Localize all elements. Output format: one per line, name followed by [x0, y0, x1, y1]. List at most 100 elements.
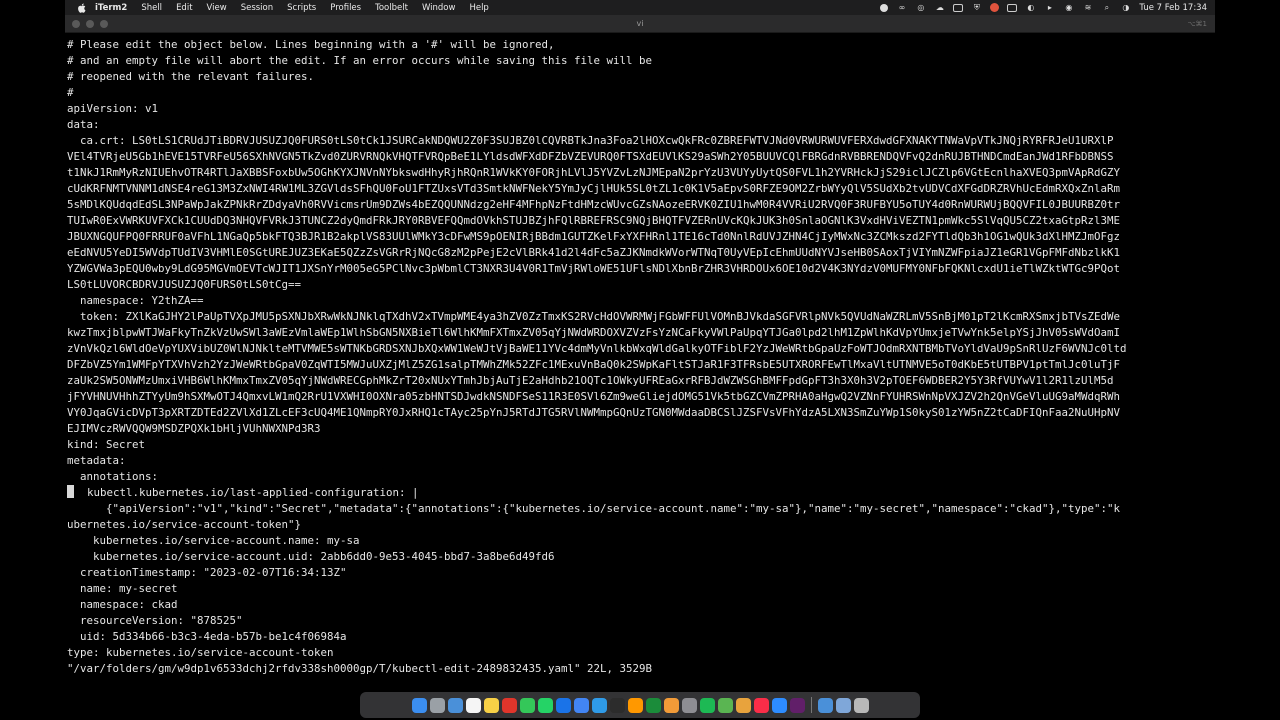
line-text: resourceVersion: "878525" — [67, 614, 243, 627]
bartender-icon[interactable] — [953, 3, 964, 12]
line-text: EJIMVczRWVQQW9MSDZPQXk1bHljVUhNWXNPd3R3 — [67, 422, 321, 435]
calendar-icon[interactable] — [465, 697, 481, 713]
terminal-line: # Please edit the object below. Lines be… — [67, 37, 1213, 53]
line-text: kubernetes.io/service-account.uid: 2abb6… — [67, 550, 555, 563]
music-icon[interactable] — [753, 697, 769, 713]
terminal-line: namespace: ckad — [67, 597, 1213, 613]
terminal-line: TUIwR0ExVWRKUVFXCk1CUUdDQ3NHQVFVRkJ3TUNC… — [67, 213, 1213, 229]
terminal-line: VEl4TVRjeU5Gb1hEVE15TVRFeU56SXhNVGN5TkZv… — [67, 149, 1213, 165]
line-text: eEdNVU5YeDI5WVdpTUdIV3VHMlE0SGtUREJUZ3EK… — [67, 246, 1121, 259]
line-text: YZWGVWa3pEQU0wby9LdG95MGVmOEVTcWJIT1JXSn… — [67, 262, 1121, 275]
terminal-line: zaUk2SW5ONWMzUmxiVHB6WlhKMmxTmxZV05qYjNW… — [67, 373, 1213, 389]
line-text: creationTimestamp: "2023-02-07T16:34:13Z… — [67, 566, 347, 579]
terminal-line: token: ZXlKaGJHY2lPaUpTVXpJMU5pSXNJbXRwW… — [67, 309, 1213, 325]
terminal-line: apiVersion: v1 — [67, 101, 1213, 117]
iterm-icon[interactable] — [609, 697, 625, 713]
downloads-icon[interactable] — [817, 697, 833, 713]
preferences-icon[interactable] — [681, 697, 697, 713]
menu-view[interactable]: View — [207, 3, 227, 13]
window-manager-icon[interactable] — [1007, 3, 1018, 12]
photos-icon[interactable] — [735, 697, 751, 713]
menu-window[interactable]: Window — [422, 3, 456, 13]
line-text: kubernetes.io/service-account.name: my-s… — [67, 534, 360, 547]
toggle-icon[interactable]: ◑ — [1120, 3, 1131, 12]
sublime-icon[interactable] — [627, 697, 643, 713]
line-text: annotations: — [67, 470, 159, 483]
messages-icon[interactable] — [519, 697, 535, 713]
terminal-line: kind: Secret — [67, 437, 1213, 453]
menubar-clock[interactable]: Tue 7 Feb 17:34 — [1139, 3, 1207, 13]
menu-profiles[interactable]: Profiles — [330, 3, 361, 13]
wifi-icon[interactable]: ≋ — [1082, 3, 1093, 12]
line-text: # Please edit the object below. Lines be… — [67, 38, 555, 51]
play-icon[interactable]: ▸ — [1044, 3, 1055, 12]
menu-session[interactable]: Session — [241, 3, 273, 13]
line-text: type: kubernetes.io/service-account-toke… — [67, 646, 334, 659]
terminal-line: # and an empty file will abort the edit.… — [67, 53, 1213, 69]
window-titlebar[interactable]: vi ⌥⌘1 — [65, 15, 1215, 33]
terminal-line: t1NkJ1RmMyRzNIUEhvOTR4RTlJaXBBSFoxbUw5OG… — [67, 165, 1213, 181]
shield-icon[interactable]: ⛨ — [971, 3, 982, 12]
terminal-line: eEdNVU5YeDI5WVdpTUdIV3VHMlE0SGtUREJUZ3EK… — [67, 245, 1213, 261]
safari-icon[interactable] — [591, 697, 607, 713]
spotify-icon[interactable] — [699, 697, 715, 713]
menu-bar: iTerm2 Shell Edit View Session Scripts P… — [65, 0, 1215, 15]
text-cursor — [67, 485, 74, 498]
cloud-icon[interactable]: ☁ — [934, 3, 945, 12]
terminal-line: LS0tLUVORCBDRVJUSUZJQ0FURS0tLS0tCg== — [67, 277, 1213, 293]
finder-icon[interactable] — [411, 697, 427, 713]
menu-scripts[interactable]: Scripts — [287, 3, 316, 13]
zoom-icon[interactable] — [771, 697, 787, 713]
line-text: VY0JqaGVicDVpT3pXRTZDTEd2ZVlXd1ZLcEF3cUQ… — [67, 406, 1121, 419]
line-text: cUdKRFNMTVNNM1dNSE4reG13M3ZxNWI4RW1ML3ZG… — [67, 182, 1121, 195]
notes-icon[interactable] — [483, 697, 499, 713]
vi-editor-buffer[interactable]: # Please edit the object below. Lines be… — [67, 37, 1213, 677]
spotlight-search-icon[interactable]: ⌕ — [1101, 3, 1112, 12]
glasses-icon[interactable]: ∞ — [896, 3, 907, 12]
chrome-icon[interactable] — [573, 697, 589, 713]
menu-help[interactable]: Help — [469, 3, 488, 13]
eye-icon[interactable]: ◎ — [915, 3, 926, 12]
app-badge-icon[interactable] — [990, 3, 1000, 12]
menu-edit[interactable]: Edit — [176, 3, 192, 13]
line-text: DFZbVZ5Ym1WMFpYTXVhVzh2YzJWeWRtbGpaV0ZqW… — [67, 358, 1121, 371]
line-text: jFYVHNUVHhhZTYyUm9hSXMwOTJ4QmxvLW1mQ2RrU… — [67, 390, 1121, 403]
opera-icon[interactable] — [501, 697, 517, 713]
apple-menu-icon[interactable] — [75, 2, 87, 13]
line-text: VEl4TVRjeU5Gb1hEVE15TVRFeU56SXhNVGN5TkZv… — [67, 150, 1114, 163]
terminal-line: name: my-secret — [67, 581, 1213, 597]
globe-icon[interactable]: ◐ — [1025, 3, 1036, 12]
terminal-line: # — [67, 85, 1213, 101]
books-icon[interactable] — [663, 697, 679, 713]
terminal-line: metadata: — [67, 453, 1213, 469]
line-text: JBUXNGQUFPQ0FRRUF0aVFhL1NGaQp5bkFTQ3BJR1… — [67, 230, 1121, 243]
slack-icon[interactable] — [789, 697, 805, 713]
app-menu-iterm2[interactable]: iTerm2 — [95, 3, 127, 13]
terminal-line: YZWGVWa3pEQU0wby9LdG95MGVmOEVTcWJIT1JXSn… — [67, 261, 1213, 277]
whatsapp-icon[interactable] — [537, 697, 553, 713]
vim-icon[interactable] — [645, 697, 661, 713]
terminal-pane[interactable]: # Please edit the object below. Lines be… — [65, 33, 1215, 687]
control-center-icon[interactable]: ◉ — [1063, 3, 1074, 12]
terminal-line: uid: 5d334b66-b3c3-4eda-b57b-be1c4f06984… — [67, 629, 1213, 645]
maps-icon[interactable] — [717, 697, 733, 713]
terminal-line: kubernetes.io/service-account.name: my-s… — [67, 533, 1213, 549]
record-icon[interactable] — [880, 3, 889, 12]
menu-toolbelt[interactable]: Toolbelt — [375, 3, 408, 13]
documents-icon[interactable] — [835, 697, 851, 713]
mail-icon[interactable] — [447, 697, 463, 713]
terminal-line: namespace: Y2thZA== — [67, 293, 1213, 309]
terminal-line: 5sMDlKQUdqdEdSL3NPaWpJakZPNkRrZDdyaVh0RV… — [67, 197, 1213, 213]
dock — [360, 692, 920, 718]
onepassword-icon[interactable] — [555, 697, 571, 713]
menu-shell[interactable]: Shell — [141, 3, 162, 13]
line-text: metadata: — [67, 454, 126, 467]
terminal-line: VY0JqaGVicDVpT3pXRTZDTEd2ZVlXd1ZLcEF3cUQ… — [67, 405, 1213, 421]
vi-status-line: "/var/folders/gm/w9dp1v6533dchj2rfdv338s… — [67, 662, 653, 675]
trash-icon[interactable] — [853, 697, 869, 713]
launchpad-icon[interactable] — [429, 697, 445, 713]
cursor-line-text: kubectl.kubernetes.io/last-applied-confi… — [74, 486, 419, 499]
terminal-line: kwzTmxjblpwWTJWaFkyTnZkVzUwSWl3aWEzVmlaW… — [67, 325, 1213, 341]
terminal-line: ca.crt: LS0tLS1CRUdJTiBDRVJUSUZJQ0FURS0t… — [67, 133, 1213, 149]
line-text: TUIwR0ExVWRKUVFXCk1CUUdDQ3NHQVFVRkJ3TUNC… — [67, 214, 1121, 227]
